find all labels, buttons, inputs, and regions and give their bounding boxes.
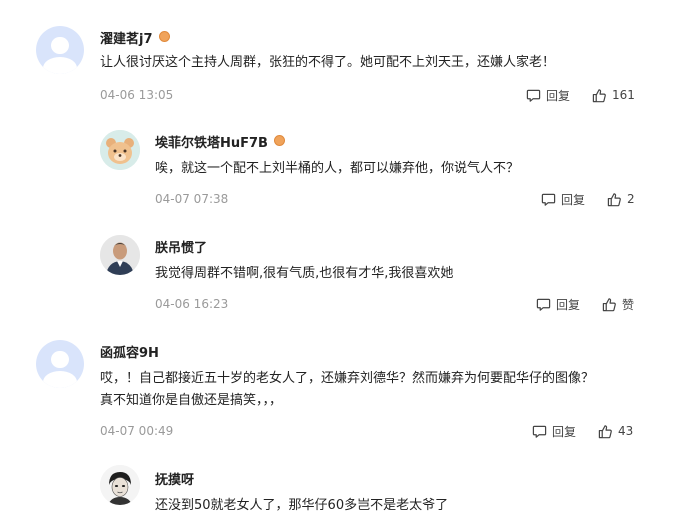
comment-bubble-icon: [541, 192, 556, 207]
comment-text: 让人很讨厌这个主持人周群，张狂的不得了。她可配不上刘天王，还嫌人家老！: [100, 55, 556, 70]
username-text[interactable]: 埃菲尔铁塔HuF7B: [155, 136, 268, 151]
reply-label: 回复: [552, 424, 577, 439]
thumbs-up-icon: [607, 192, 622, 207]
username-text[interactable]: 朕吊惯了: [155, 241, 207, 256]
like-button[interactable]: 43: [598, 422, 633, 440]
like-count: 161: [612, 88, 635, 102]
username-text[interactable]: 濯建茗j7: [100, 32, 153, 47]
comment-username[interactable]: 抚摸呀: [155, 469, 194, 488]
comment-text: 哎，！自己都接近五十岁的老女人了，还嫌弃刘德华？然而嫌弃为何要配华仔的图像？ 真…: [100, 368, 645, 412]
comment-text: 还没到50就老女人了，那华仔60多岂不是老太爷了: [155, 498, 449, 513]
avatar[interactable]: [36, 340, 84, 388]
username-text[interactable]: 抚摸呀: [155, 473, 194, 488]
comment-bubble-icon: [536, 297, 551, 312]
reply-button[interactable]: 回复: [532, 422, 576, 440]
comment-username[interactable]: 朕吊惯了: [155, 237, 207, 256]
like-count: 43: [618, 424, 634, 438]
comment-meta: 04-07 00:49 回复 43: [100, 422, 636, 440]
comment-username[interactable]: 埃菲尔铁塔HuF7B: [155, 132, 285, 151]
like-count: 2: [627, 192, 635, 206]
thumbs-up-icon: [592, 88, 607, 103]
reply-label: 回复: [561, 192, 586, 207]
comment-bubble-icon: [532, 424, 547, 439]
comment-time: 04-07 00:49: [100, 424, 174, 438]
comment-text-line: 真不知道你是自傲还是搞笑，，，: [100, 393, 283, 408]
avatar[interactable]: [100, 235, 140, 275]
like-button[interactable]: 赞: [602, 295, 634, 313]
reply-button[interactable]: 回复: [541, 190, 585, 208]
comment-text: 我觉得周群不错啊,很有气质,也很有才华,我很喜欢她: [155, 266, 454, 281]
avatar[interactable]: [100, 465, 140, 505]
comment-username[interactable]: 函孤容9H: [100, 342, 159, 361]
reply-label: 回复: [546, 88, 571, 103]
level-badge-icon: [273, 135, 285, 146]
thumbs-up-icon: [602, 297, 617, 312]
bear-avatar-icon: [100, 130, 140, 170]
thumbs-up-icon: [598, 424, 613, 439]
like-button[interactable]: 2: [607, 190, 635, 208]
person-sketch-avatar: [100, 465, 140, 505]
comment-meta: 04-07 07:38 回复 2: [155, 190, 636, 208]
reply-label: 回复: [556, 297, 581, 312]
comment-text-line: 哎，！自己都接近五十岁的老女人了，还嫌弃刘德华？然而嫌弃为何要配华仔的图像？: [100, 371, 595, 386]
reply-button[interactable]: 回复: [536, 295, 580, 313]
comment-time: 04-07 07:38: [155, 192, 229, 206]
comment-time: 04-06 16:23: [155, 297, 229, 311]
comment-username[interactable]: 濯建茗j7: [100, 28, 170, 47]
username-text[interactable]: 函孤容9H: [100, 346, 159, 361]
comment-time: 04-06 13:05: [100, 88, 174, 102]
comment-meta: 04-06 16:23 回复 赞: [155, 295, 636, 313]
reply-button[interactable]: 回复: [526, 86, 570, 104]
avatar[interactable]: [36, 26, 84, 74]
comment-bubble-icon: [526, 88, 541, 103]
like-label: 赞: [622, 297, 635, 312]
comment-text: 唉，就这一个配不上刘半桶的人，都可以嫌弃他，你说气人不？: [155, 161, 520, 176]
avatar[interactable]: [100, 130, 140, 170]
comment-meta: 04-06 13:05 回复 161: [100, 86, 636, 104]
level-badge-icon: [158, 31, 170, 42]
like-button[interactable]: 161: [592, 86, 635, 104]
person-photo-avatar: [100, 235, 140, 275]
